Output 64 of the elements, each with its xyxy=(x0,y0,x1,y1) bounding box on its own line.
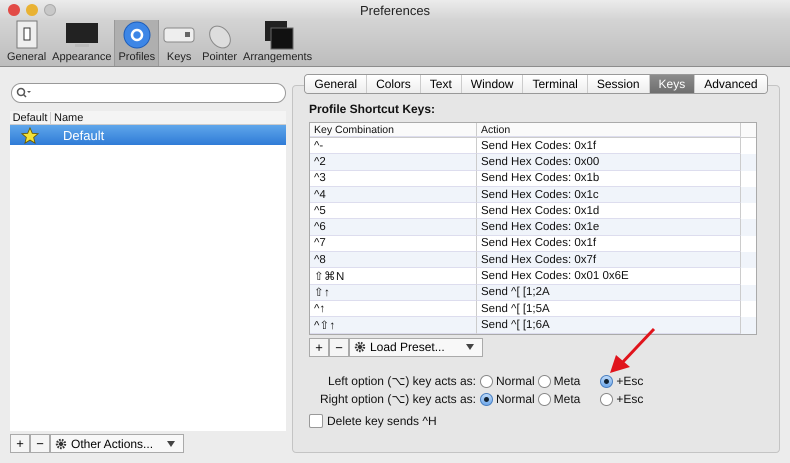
toolbar-item[interactable]: Keys xyxy=(159,20,200,66)
gear-icon xyxy=(55,438,67,450)
option-label: Right option (⌥) key acts as: xyxy=(318,392,477,406)
option-label: Left option (⌥) key acts as: xyxy=(326,374,477,388)
tab[interactable]: Terminal xyxy=(523,75,588,93)
table-cell: Send Hex Codes: 0x1c xyxy=(477,186,741,204)
checkbox[interactable] xyxy=(309,414,323,428)
tab[interactable]: Text xyxy=(420,75,462,93)
radio-option[interactable]: Meta xyxy=(538,392,580,406)
window-title: Preferences xyxy=(360,2,430,18)
search-icon xyxy=(16,87,32,99)
section-title: Profile Shortcut Keys: xyxy=(309,102,436,116)
toolbar-item[interactable]: Pointer xyxy=(199,20,240,66)
actions-menu[interactable]: Other Actions... xyxy=(50,434,184,453)
search-field[interactable] xyxy=(11,83,286,103)
column-header[interactable]: Name xyxy=(51,112,84,124)
table-cell: Send ^[ [1;6A xyxy=(477,317,741,334)
toolbar-item[interactable]: Arrangements xyxy=(240,20,316,66)
radio-option[interactable]: Normal xyxy=(480,374,535,388)
table-cell: ^⇧↑ xyxy=(310,317,477,334)
arrow-drawing xyxy=(608,327,658,375)
radio-button[interactable] xyxy=(480,374,493,388)
close-button[interactable] xyxy=(8,4,20,16)
table-cell: ^2 xyxy=(310,154,477,171)
radio-option[interactable]: Normal xyxy=(480,392,535,406)
toolbar-item[interactable]: Appearance xyxy=(49,20,114,66)
radio-option[interactable]: +Esc xyxy=(600,374,644,388)
preset-menu[interactable]: Load Preset... xyxy=(349,338,483,357)
radio-button[interactable] xyxy=(538,374,551,388)
add-button[interactable]: + xyxy=(10,434,30,453)
radio-button[interactable] xyxy=(600,374,614,388)
table-cell: ^6 xyxy=(310,219,477,236)
monitor-icon xyxy=(64,20,99,50)
radio-option[interactable]: Meta xyxy=(538,374,580,388)
radio-button[interactable] xyxy=(538,392,551,406)
toolbar-item[interactable]: General xyxy=(4,20,50,66)
column-header[interactable]: Default xyxy=(10,112,51,124)
table-cell: Send ^[ [1;2A xyxy=(477,284,741,301)
radio-option[interactable]: +Esc xyxy=(600,392,644,406)
add-button[interactable]: + xyxy=(309,338,329,357)
radio-button[interactable] xyxy=(480,392,493,406)
column-header[interactable]: Action xyxy=(477,123,741,137)
radio-button[interactable] xyxy=(600,392,614,406)
caret-icon xyxy=(466,344,474,350)
table-cell: ^4 xyxy=(310,186,477,204)
table-cell: ^8 xyxy=(310,252,477,268)
delete-key-checkbox[interactable]: Delete key sends ^H xyxy=(309,414,757,428)
tab[interactable]: Session xyxy=(588,75,650,93)
tab[interactable]: Window xyxy=(462,75,524,93)
tab[interactable]: Advanced xyxy=(695,75,767,93)
gear-icon xyxy=(354,341,366,354)
table-cell: Send Hex Codes: 0x7f xyxy=(477,252,741,268)
remove-button[interactable]: − xyxy=(30,434,50,453)
toolbar-item[interactable]: Profiles xyxy=(114,20,160,66)
table-cell: Send Hex Codes: 0x00 xyxy=(477,154,741,171)
tab[interactable]: General xyxy=(305,75,368,93)
table-cell: ⇧↑ xyxy=(310,284,477,301)
column-header[interactable]: Key Combination xyxy=(310,123,477,137)
tab[interactable]: Keys xyxy=(650,75,696,93)
table-cell: Send Hex Codes: 0x1e xyxy=(477,219,741,236)
tab[interactable]: Colors xyxy=(367,75,421,93)
caret-icon xyxy=(167,440,175,446)
zoom-button[interactable] xyxy=(44,4,56,16)
remove-button[interactable]: − xyxy=(329,338,349,357)
